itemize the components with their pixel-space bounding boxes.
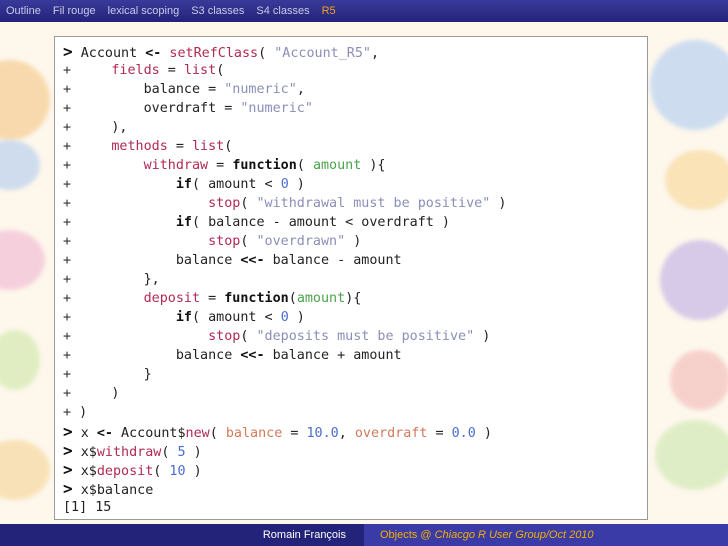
- code-line: + if( amount < 0 ): [63, 177, 305, 192]
- code-line: + balance <<- balance + amount: [63, 348, 402, 363]
- code-line: + ): [63, 405, 88, 420]
- code-line: + ),: [63, 120, 128, 135]
- code-line: + fields = list(: [63, 63, 225, 78]
- nav-item-outline[interactable]: Outline: [0, 5, 47, 17]
- nav-item-s4-classes[interactable]: S4 classes: [250, 5, 315, 17]
- code-line: > x$deposit( 10 ): [63, 460, 202, 479]
- footer-bar: Romain François Objects @ Chiacgo R User…: [0, 524, 728, 546]
- nav-item-fil-rouge[interactable]: Fil rouge: [47, 5, 102, 17]
- nav-item-lexical-scoping[interactable]: lexical scoping: [102, 5, 186, 17]
- footer-event: Chiacgo R User Group/Oct 2010: [434, 529, 594, 541]
- code-line: + if( balance - amount < overdraft ): [63, 215, 450, 230]
- section-nav: Outline Fil rouge lexical scoping S3 cla…: [0, 0, 728, 22]
- footer-title-prefix: Objects @: [380, 529, 432, 541]
- code-line: + stop( "overdrawn" ): [63, 234, 362, 249]
- code-listing: > Account <- setRefClass( "Account_R5", +…: [55, 37, 647, 517]
- code-block: > Account <- setRefClass( "Account_R5", +…: [54, 36, 648, 520]
- code-line: + methods = list(: [63, 139, 233, 154]
- footer-title: Objects @ Chiacgo R User Group/Oct 2010: [364, 524, 728, 546]
- code-line: + balance = "numeric",: [63, 82, 305, 97]
- code-line: > x$balance: [63, 479, 154, 498]
- footer-author: Romain François: [0, 524, 364, 546]
- code-line: + deposit = function(amount){: [63, 291, 362, 306]
- author-name: Romain François: [262, 529, 346, 541]
- nav-item-s3-classes[interactable]: S3 classes: [185, 5, 250, 17]
- code-line: + if( amount < 0 ): [63, 310, 305, 325]
- code-line: + }: [63, 367, 152, 382]
- code-line: + },: [63, 272, 160, 287]
- code-line: > x$withdraw( 5 ): [63, 441, 202, 460]
- code-line: + ): [63, 386, 120, 401]
- code-line: > x <- Account$new( balance = 10.0, over…: [63, 422, 492, 441]
- code-line: + stop( "deposits must be positive" ): [63, 329, 491, 344]
- code-line: + overdraft = "numeric": [63, 101, 313, 116]
- code-line: [1] 15: [63, 500, 112, 515]
- code-line: + balance <<- balance - amount: [63, 253, 402, 268]
- nav-item-r5[interactable]: R5: [316, 5, 342, 17]
- code-line: > Account <- setRefClass( "Account_R5",: [63, 42, 380, 61]
- code-line: + stop( "withdrawal must be positive" ): [63, 196, 507, 211]
- code-line: + withdraw = function( amount ){: [63, 158, 386, 173]
